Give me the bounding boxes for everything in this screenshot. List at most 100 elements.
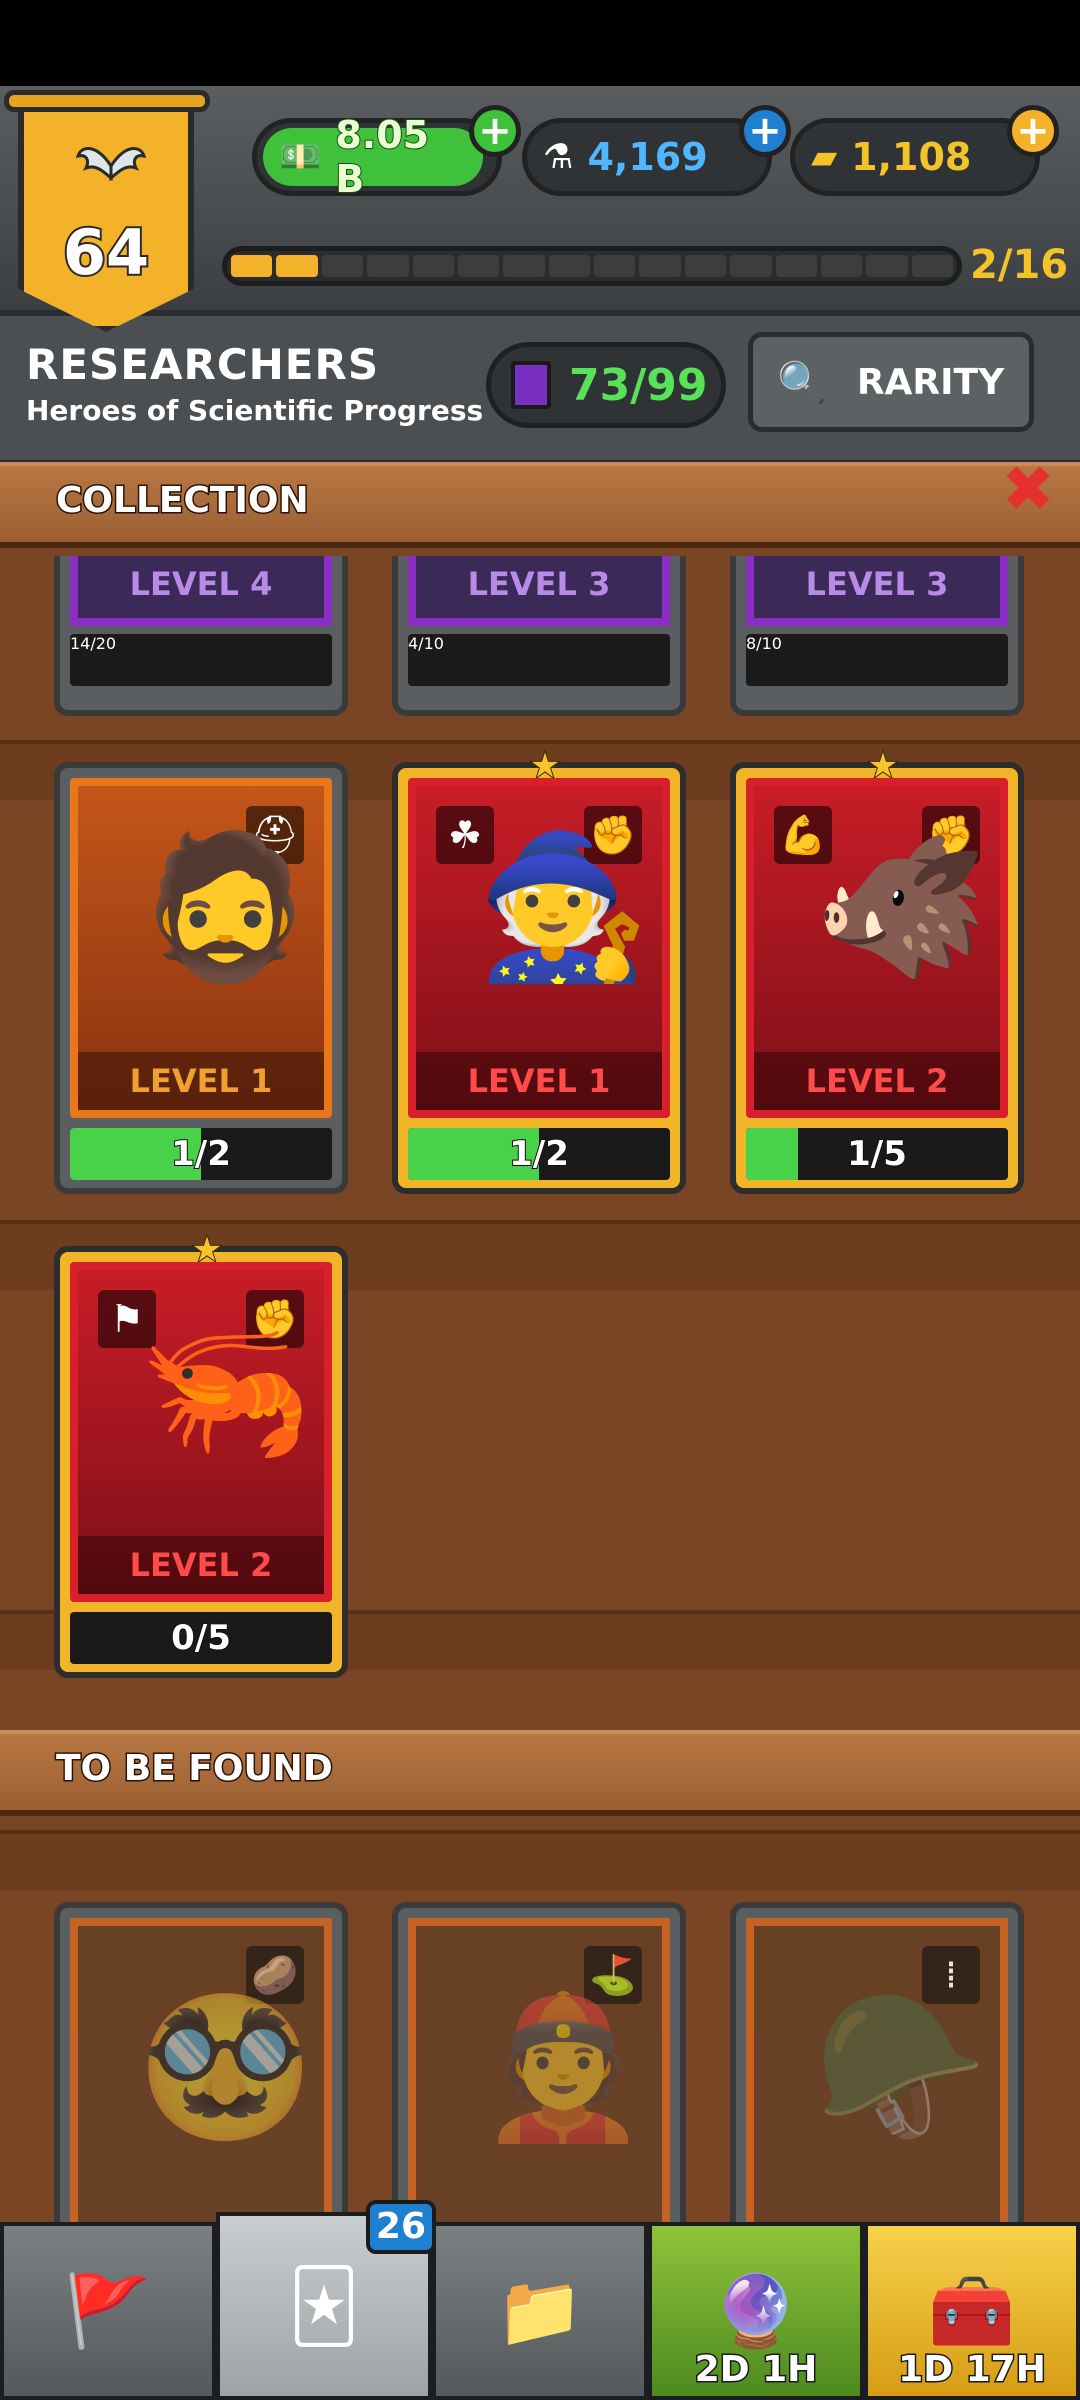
close-button[interactable]: ✖ — [996, 458, 1060, 522]
hero-card[interactable]: ★ 💪 ✊ 🐗 LEVEL 2 1/5 — [730, 745, 1024, 1194]
hero-portrait-locked: 🥔 🥸 — [70, 1918, 332, 2262]
flask-value: 4,169 — [587, 135, 708, 179]
hero-card[interactable]: ⛑ 🧔 LEVEL 1 1/2 — [54, 762, 348, 1194]
flask-plus-button[interactable]: + — [739, 105, 791, 157]
bottom-tab-bar: 🚩 🃏 26 📁 🔮 2D 1H 🧰 1D 17H — [0, 2200, 1080, 2400]
xp-segment — [276, 255, 318, 277]
stars-icon: ★ — [529, 745, 561, 787]
locked-hero-card[interactable]: ⁞ 🪖 — [730, 1902, 1024, 2262]
to-be-found-section-title: TO BE FOUND — [55, 1747, 335, 1791]
hero-art: 🧙 — [476, 826, 651, 989]
hero-card-partial[interactable]: LEVEL 4 14/20 — [54, 556, 348, 716]
card-progress: 14/20 — [70, 634, 332, 686]
locked-hero-card[interactable]: ⛳ 👲 — [392, 1902, 686, 2262]
wings-icon — [76, 147, 146, 182]
zombie-globe-icon: 🔮 — [712, 2269, 800, 2352]
page-title: RESEARCHERS — [26, 340, 380, 389]
map-flag-icon: 🚩 — [64, 2269, 152, 2352]
cards-icon: 🃏 — [288, 2265, 360, 2347]
hero-art: 🦐 — [138, 1310, 313, 1473]
cards-badge: 26 — [365, 2200, 436, 2254]
search-icon: 🔍 — [777, 359, 827, 406]
cards-icon — [511, 361, 551, 409]
card-progress-text: 4/10 — [408, 634, 444, 653]
gold-value: 1,108 — [851, 135, 972, 179]
hero-card-partial[interactable]: LEVEL 3 8/10 — [730, 556, 1024, 716]
flask-pill[interactable]: ⚗ 4,169 + — [522, 105, 791, 196]
cash-pill[interactable]: 💵 8.05 B + — [252, 105, 521, 202]
xp-segment — [820, 255, 863, 277]
card-level: LEVEL 2 — [754, 1052, 1000, 1110]
cash-plus-button[interactable]: + — [469, 105, 521, 157]
hero-art: 🐗 — [814, 826, 989, 989]
xp-segment — [639, 255, 681, 277]
card-progress-text: 1/2 — [508, 1133, 570, 1175]
chest-timer: 1D 17H — [897, 2348, 1048, 2392]
xp-segment — [911, 255, 953, 277]
xp-segment — [321, 255, 364, 277]
card-progress: 1/2 — [70, 1128, 332, 1180]
rarity-sort-button[interactable]: 🔍 RARITY — [748, 332, 1034, 432]
hero-art: 🥸 — [138, 1986, 313, 2149]
card-progress: 1/2 — [408, 1128, 670, 1180]
hero-portrait-locked: ⛳ 👲 — [408, 1918, 670, 2262]
gold-plus-button[interactable]: + — [1007, 105, 1059, 157]
tab-map[interactable]: 🚩 — [0, 2222, 216, 2400]
card-progress-text: 1/5 — [846, 1133, 908, 1175]
xp-progress-text: 2/16 — [970, 242, 1069, 288]
card-count-pill: 73/99 — [486, 342, 726, 428]
cash-value: 8.05 B — [334, 112, 430, 202]
cash-inner: 💵 8.05 B — [263, 112, 483, 202]
page-subtitle: Heroes of Scientific Progress — [26, 394, 484, 427]
card-progress-text: 1/2 — [170, 1133, 232, 1175]
stars-icon: ★ — [191, 1229, 223, 1271]
xp-segment — [775, 255, 817, 277]
card-progress-text: 8/10 — [746, 634, 782, 653]
card-level: LEVEL 3 — [746, 556, 1008, 626]
cash-icon: 💵 — [279, 137, 322, 177]
hero-card[interactable]: ★ ☘ ✊ 🧙 LEVEL 1 1/2 — [392, 745, 686, 1194]
xp-segment — [503, 255, 545, 277]
card-progress: 4/10 — [408, 634, 670, 686]
card-level: LEVEL 3 — [408, 556, 670, 626]
hero-portrait: ⚑ ✊ 🦐 LEVEL 2 — [70, 1262, 332, 1602]
card-level: LEVEL 4 — [70, 556, 332, 626]
hero-art: 👲 — [476, 1986, 651, 2149]
tab-zombie-event[interactable]: 🔮 2D 1H — [648, 2222, 864, 2400]
hero-art: 🧔 — [138, 826, 313, 989]
status-bar — [0, 0, 1080, 86]
stars-icon: ★ — [867, 745, 899, 787]
flask-inner: ⚗ 4,169 — [527, 128, 724, 186]
player-level-banner[interactable]: 64 — [18, 92, 194, 332]
xp-segment — [367, 255, 409, 277]
card-level: LEVEL 1 — [416, 1052, 662, 1110]
xp-segment — [231, 255, 273, 277]
xp-segment — [730, 255, 772, 277]
xp-segment — [594, 255, 636, 277]
gold-bar-icon: ▰ — [811, 137, 838, 177]
xp-segment — [412, 255, 454, 277]
tab-chest[interactable]: 🧰 1D 17H — [864, 2222, 1080, 2400]
card-count: 73/99 — [569, 359, 708, 411]
hero-card-partial[interactable]: LEVEL 3 4/10 — [392, 556, 686, 716]
card-progress: 0/5 — [70, 1612, 332, 1664]
collection-section-title: COLLECTION — [55, 479, 311, 523]
locked-hero-card[interactable]: 🥔 🥸 — [54, 1902, 348, 2262]
card-progress: 1/5 — [746, 1128, 1008, 1180]
xp-segment — [866, 255, 908, 277]
gold-pill[interactable]: ▰ 1,108 + — [790, 105, 1059, 196]
chest-icon: 🧰 — [928, 2269, 1016, 2352]
hero-portrait: ☘ ✊ 🧙 LEVEL 1 — [408, 778, 670, 1118]
xp-segment — [684, 255, 727, 277]
card-level: LEVEL 1 — [78, 1052, 324, 1110]
player-level: 64 — [61, 214, 151, 291]
hero-card[interactable]: ★ ⚑ ✊ 🦐 LEVEL 2 0/5 — [54, 1229, 348, 1678]
card-progress-text: 0/5 — [170, 1617, 232, 1659]
tab-cards[interactable]: 🃏 26 — [216, 2200, 436, 2400]
hero-art: 🪖 — [814, 1986, 989, 2149]
card-progress-text: 14/20 — [70, 634, 117, 653]
gold-inner: ▰ 1,108 — [795, 128, 987, 186]
card-progress: 8/10 — [746, 634, 1008, 686]
card-level: LEVEL 2 — [78, 1536, 324, 1594]
tab-folder[interactable]: 📁 — [432, 2222, 648, 2400]
